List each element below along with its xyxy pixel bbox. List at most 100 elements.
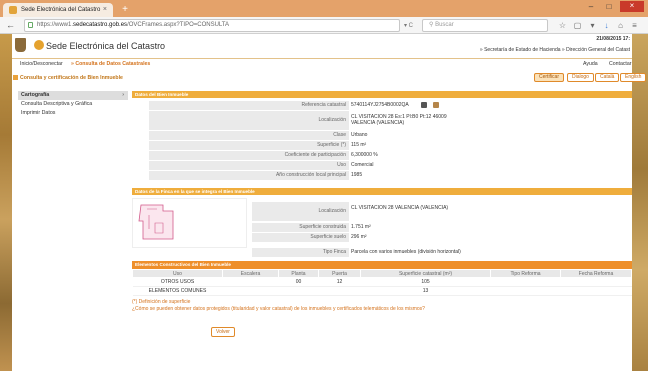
menu-icon[interactable]: ≡ — [630, 21, 639, 30]
breadcrumb-consulta[interactable]: » Consulta de Datos Catastrales — [71, 61, 150, 67]
back-icon[interactable]: ← — [6, 20, 15, 30]
data-row: Año construcción local principal 1985 — [132, 171, 632, 181]
left-navigation: Cartografía › Consulta Descriptiva y Gráf… — [18, 91, 128, 118]
column-header: Planta — [278, 269, 319, 278]
table-cell — [490, 286, 561, 296]
inmueble-header: Datos del Bien Inmueble — [132, 91, 632, 98]
table-cell: 105 — [360, 277, 491, 287]
data-row: Superficie suelo 296 m² — [132, 233, 632, 243]
localizacion-value: CL VISITACION 28 Es:1 Pl:B0 Pt:12 46009 … — [351, 114, 447, 126]
current-date: 21/08/2015 17: — [596, 36, 630, 42]
site-title: Sede Electrónica del Catastro — [46, 41, 166, 51]
barcode-icon[interactable] — [421, 102, 427, 108]
table-cell — [222, 277, 279, 287]
main-content: Datos del Bien Inmueble Referencia catas… — [132, 91, 632, 313]
catastro-logo-icon — [34, 40, 44, 50]
volver-button[interactable]: Volver — [211, 327, 235, 337]
field-label: Superficie (*) — [149, 141, 349, 150]
uso-value: Comercial — [351, 162, 374, 168]
column-header: Escalera — [222, 269, 279, 278]
referencia-catastral-value: 5740114YJ2754B0002QA — [351, 102, 409, 108]
column-header: Superficie catastral (m²) — [360, 269, 491, 278]
table-cell: ELEMENTOS COMUNES — [132, 286, 223, 296]
column-header: Fecha Reforma — [560, 269, 632, 278]
map-icon[interactable] — [433, 102, 439, 108]
coat-of-arms-icon — [15, 38, 26, 52]
finca-header: Datos de la Finca en la que se integra e… — [132, 188, 632, 195]
browser-navbar: ← https://www1.sedecatastro.gob.es/OVCFr… — [0, 17, 648, 34]
notes: (*) Definición de superficie ¿Cómo se pu… — [132, 299, 632, 313]
ministry-breadcrumb[interactable]: » Secretaría de Estado de Hacienda » Dir… — [480, 47, 630, 53]
column-header: Puerta — [318, 269, 361, 278]
table-cell: 00 — [278, 277, 319, 287]
data-row: Coeficiente de participación 6,300000 % — [132, 151, 632, 161]
ayuda-link[interactable]: Ayuda — [583, 61, 598, 67]
table-cell — [490, 277, 561, 287]
download-icon[interactable]: ↓ — [602, 21, 611, 30]
table-cell: OTROS USOS — [132, 277, 223, 287]
data-row: Localización CL VISITACION 28 VALENCIA (… — [132, 202, 632, 222]
contactar-link[interactable]: Contactar — [609, 61, 632, 67]
tab-close-icon[interactable]: × — [103, 6, 107, 13]
constructivos-header: Elementos Constructivos del Bien Inmuebl… — [132, 261, 632, 269]
clase-value: Urbano — [351, 132, 368, 138]
url-prefix: https://www1. — [37, 22, 74, 28]
certificar-button[interactable]: Certificar — [534, 73, 565, 82]
field-label: Tipo Finca — [252, 248, 349, 257]
field-label: Localización — [252, 202, 349, 221]
field-label: Superficie construida — [252, 223, 349, 232]
search-placeholder: Buscar — [435, 22, 454, 28]
english-button[interactable]: English — [620, 73, 647, 82]
column-header: Tipo Reforma — [490, 269, 561, 278]
inicio-link[interactable]: Inicio/Desconectar — [20, 61, 63, 67]
tipo-finca-value: Parcela con varios inmuebles (división h… — [351, 249, 461, 255]
nav-item-cartografia[interactable]: Cartografía › — [18, 91, 128, 100]
data-row: Superficie (*) 115 m² — [132, 141, 632, 151]
nav-item-label: Cartografía — [21, 92, 50, 98]
data-row: Tipo Finca Parcela con varios inmuebles … — [132, 248, 632, 258]
url-host: sedecatastro.gob.es — [73, 22, 128, 28]
nav-item-imprimir[interactable]: Imprimir Datos — [18, 109, 128, 118]
datos-protegidos-link[interactable]: ¿Cómo se pueden obtener datos protegidos… — [132, 306, 632, 313]
table-cell — [318, 286, 361, 296]
home-icon[interactable]: ⌂ — [616, 21, 625, 30]
new-tab-button[interactable]: + — [119, 4, 131, 15]
browser-titlebar: Sede Electrónica del Catastro × + – □ × — [0, 0, 648, 17]
dialogo-button[interactable]: Dialogo — [567, 73, 594, 82]
finca-localizacion-value: CL VISITACION 28 VALENCIA (VALENCIA) — [351, 205, 449, 211]
nav-item-consulta-descriptiva[interactable]: Consulta Descriptiva y Gráfica — [18, 100, 128, 109]
superficie-suelo-value: 296 m² — [351, 234, 367, 240]
close-window-icon[interactable]: × — [620, 1, 644, 12]
coeficiente-value: 6,300000 % — [351, 152, 378, 158]
definicion-superficie-link[interactable]: (*) Definición de superficie — [132, 299, 632, 306]
tab-title: Sede Electrónica del Catastro — [21, 7, 101, 13]
catala-button[interactable]: Català — [595, 73, 620, 82]
pocket-icon[interactable]: ▾ — [588, 21, 597, 30]
column-header: Uso — [132, 269, 223, 278]
address-bar[interactable]: https://www1.sedecatastro.gob.es/OVCFram… — [24, 19, 400, 32]
constructivos-table: Uso Escalera Planta Puerta Superficie ca… — [132, 269, 632, 296]
field-label: Localización — [149, 111, 349, 130]
field-label: Uso — [149, 161, 349, 170]
reload-icon[interactable]: ▾ C — [404, 22, 413, 29]
table-cell: 12 — [318, 277, 361, 287]
data-row: Superficie construida 1.751 m² — [132, 223, 632, 233]
table-cell — [560, 277, 632, 287]
browser-tab[interactable]: Sede Electrónica del Catastro × — [3, 3, 113, 17]
maximize-icon[interactable]: □ — [602, 2, 616, 12]
url-path: /OVCFrames.aspx?TIPO=CONSULTA — [127, 22, 230, 28]
search-input[interactable]: ⚲ Buscar — [422, 19, 548, 32]
background-image-right — [632, 34, 648, 371]
finca-block: Localización CL VISITACION 28 VALENCIA (… — [132, 198, 632, 248]
table-cell — [560, 286, 632, 296]
data-row: Localización CL VISITACION 28 Es:1 Pl:B0… — [132, 111, 632, 131]
clipboard-icon[interactable]: ▢ — [573, 21, 582, 30]
section-header: Consulta y certificación de Bien Inmuebl… — [12, 70, 647, 82]
section-title: Consulta y certificación de Bien Inmuebl… — [20, 75, 123, 81]
data-row: Clase Urbano — [132, 131, 632, 141]
minimize-icon[interactable]: – — [584, 2, 598, 12]
table-cell — [278, 286, 319, 296]
field-label: Clase — [149, 131, 349, 140]
site-header: Sede Electrónica del Catastro 21/08/2015… — [12, 34, 632, 59]
star-icon[interactable]: ☆ — [558, 21, 567, 30]
